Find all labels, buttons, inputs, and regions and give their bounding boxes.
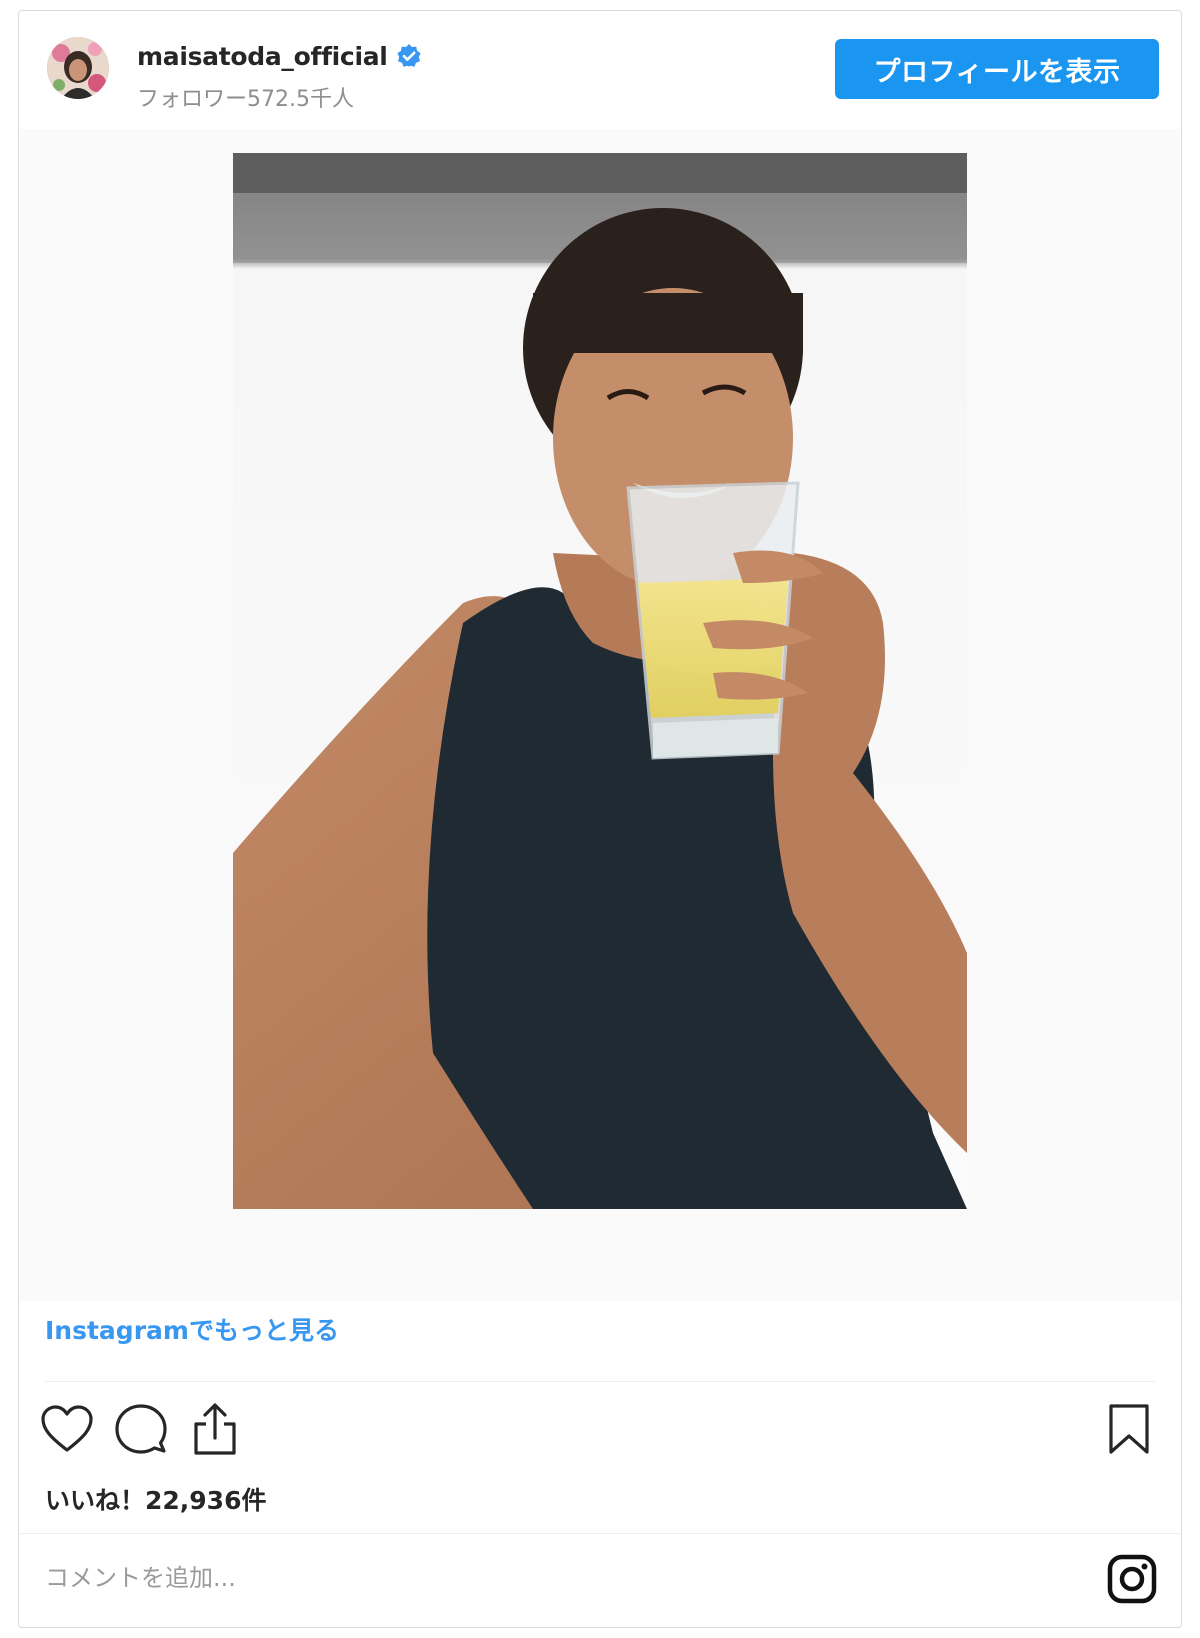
follower-count: フォロワー572.5千人 [137,87,354,112]
username-row: maisatoda_official [137,39,422,73]
divider [45,1381,1155,1382]
media-area [19,129,1181,1301]
divider [19,1533,1181,1534]
bookmark-icon[interactable] [1101,1401,1157,1457]
post-header: maisatoda_official フォロワー572.5千人 プロフィールを表… [19,11,1181,129]
instagram-embed-card: maisatoda_official フォロワー572.5千人 プロフィールを表… [18,10,1182,1628]
verified-badge-icon [396,43,422,69]
like-count[interactable]: いいね！22,936件 [45,1481,266,1517]
heart-icon[interactable] [39,1401,95,1457]
view-more-on-instagram-link[interactable]: Instagramでもっと見る [45,1311,339,1347]
post-photo[interactable] [233,153,967,1209]
comment-icon[interactable] [113,1401,169,1457]
avatar[interactable] [47,37,109,99]
view-profile-button[interactable]: プロフィールを表示 [835,39,1159,99]
comment-input[interactable] [45,1551,945,1605]
instagram-logo-icon[interactable] [1107,1554,1157,1604]
username[interactable]: maisatoda_official [137,42,388,71]
share-icon[interactable] [187,1401,243,1457]
action-bar [39,1399,243,1459]
